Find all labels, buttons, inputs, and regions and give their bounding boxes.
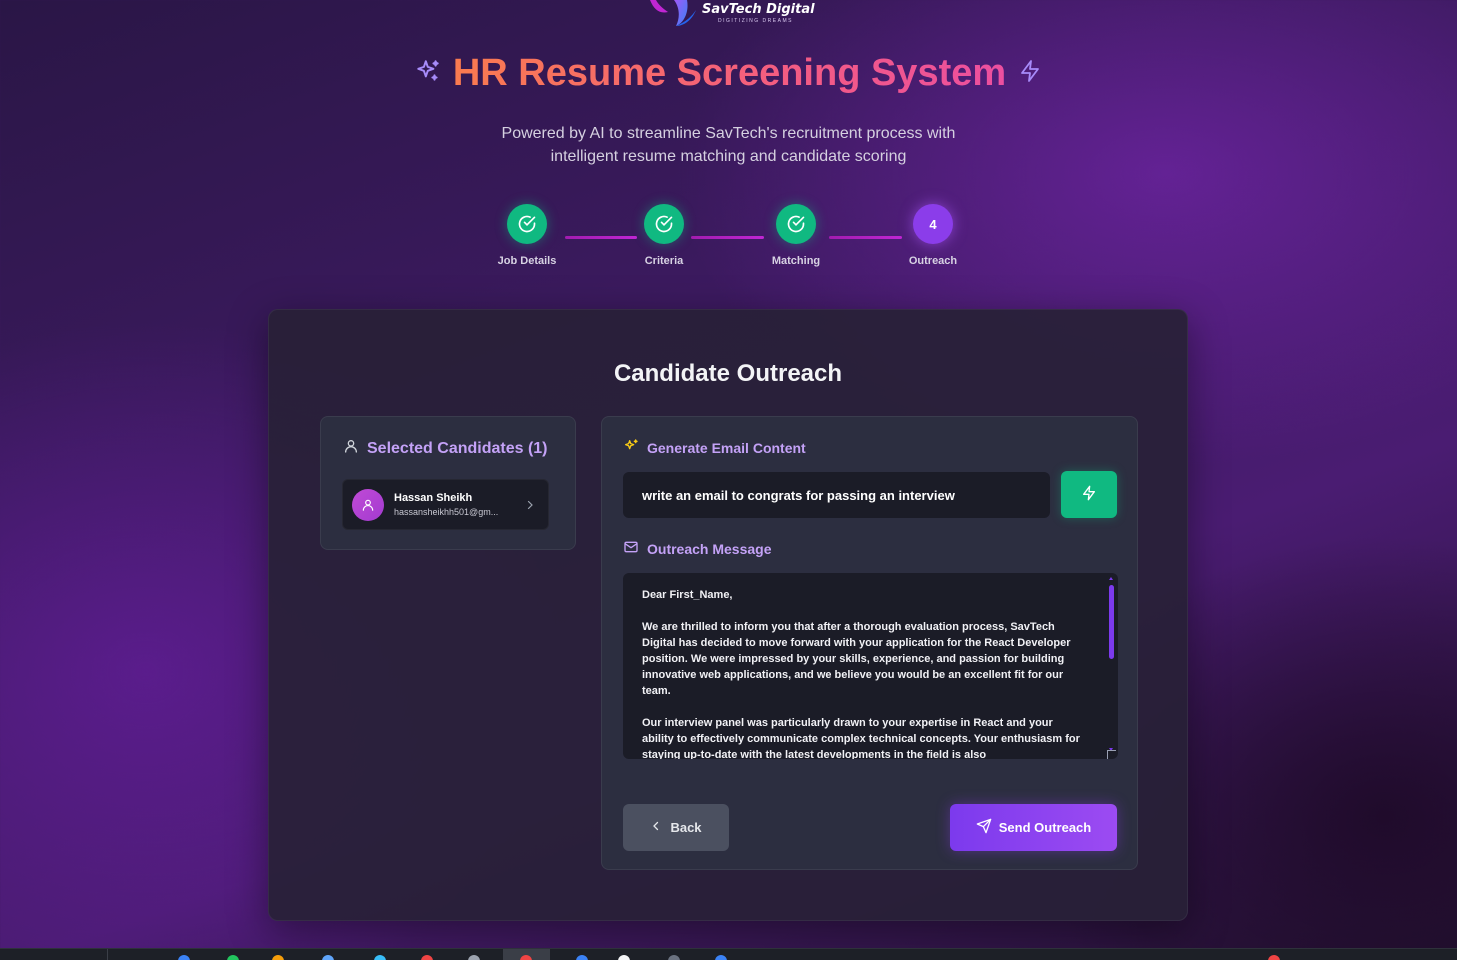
outreach-message-textarea[interactable]: Dear First_Name, We are thrilled to info… (623, 573, 1118, 759)
sparkles-icon (623, 438, 639, 457)
chevron-right-icon (524, 498, 536, 516)
candidate-email: hassansheikhh501@gm... (394, 507, 499, 517)
zap-icon (1018, 59, 1042, 88)
email-prompt-input[interactable] (623, 472, 1050, 518)
step-number: 4 (913, 204, 953, 244)
check-circle-icon (507, 204, 547, 244)
taskbar-app-icon[interactable] (272, 955, 284, 960)
message-paragraph: We are thrilled to inform you that after… (642, 621, 1071, 697)
check-circle-icon (776, 204, 816, 244)
selected-candidates-title: Selected Candidates (1) (367, 439, 548, 457)
send-outreach-label: Send Outreach (998, 820, 1092, 835)
taskbar-app-icon[interactable] (227, 955, 239, 960)
mail-icon (623, 539, 639, 558)
brand-tagline: DIGITIZING DREAMS (718, 18, 793, 24)
taskbar-app-icon[interactable] (715, 955, 727, 960)
brand-name: SavTech Digital (702, 2, 815, 17)
step-label: Outreach (908, 255, 958, 267)
logo-mark-icon (646, 0, 698, 28)
generate-email-title: Generate Email Content (647, 439, 806, 456)
email-panel: Generate Email Content Outreach Message … (601, 416, 1138, 870)
outreach-card: Candidate Outreach Selected Candidates (… (268, 309, 1188, 921)
message-scrollbar[interactable] (1109, 577, 1114, 751)
card-title: Candidate Outreach (613, 360, 843, 387)
step-label: Criteria (644, 255, 684, 267)
step-label: Job Details (497, 255, 557, 267)
selected-candidates-panel: Selected Candidates (1) Hassan Sheikh ha… (320, 416, 576, 550)
scroll-thumb[interactable] (1109, 585, 1114, 659)
candidate-item[interactable]: Hassan Sheikh hassansheikhh501@gm... (342, 479, 549, 530)
step-label: Matching (771, 255, 821, 267)
scroll-up-arrow[interactable] (1109, 577, 1113, 580)
taskbar-app-icon[interactable] (178, 955, 190, 960)
send-icon (976, 818, 992, 837)
outreach-message-body: Dear First_Name, We are thrilled to info… (642, 587, 1087, 759)
resize-handle-icon[interactable] (1107, 750, 1116, 759)
subtitle-line-1: Powered by AI to streamline SavTech's re… (501, 125, 956, 142)
zap-icon (1081, 485, 1097, 504)
progress-stepper: Job Details Criteria Matching 4 Outreach (0, 204, 1457, 274)
message-paragraph: Dear First_Name, (642, 589, 733, 601)
selected-candidates-heading: Selected Candidates (1) (343, 438, 548, 459)
taskbar-app-icon[interactable] (520, 955, 532, 960)
taskbar-app-icon[interactable] (1268, 955, 1280, 960)
chevron-left-icon (650, 820, 662, 835)
page-subtitle: Powered by AI to streamline SavTech's re… (0, 122, 1457, 168)
message-paragraph: Our interview panel was particularly dra… (642, 717, 1080, 759)
taskbar-app-icon[interactable] (618, 955, 630, 960)
page-title: HR Resume Screening System (452, 52, 1007, 94)
outreach-message-title: Outreach Message (647, 540, 772, 557)
subtitle-line-2: intelligent resume matching and candidat… (550, 148, 907, 165)
taskbar-app-icon[interactable] (322, 955, 334, 960)
avatar (352, 488, 384, 521)
user-icon (343, 438, 359, 459)
step-matching: Matching (736, 204, 856, 267)
taskbar-widgets[interactable] (0, 949, 108, 960)
taskbar-app-icon[interactable] (421, 955, 433, 960)
taskbar-app-icon[interactable] (374, 955, 386, 960)
os-taskbar (0, 948, 1457, 960)
back-button[interactable]: Back (623, 804, 729, 851)
page-header: HR Resume Screening System (0, 52, 1457, 95)
taskbar-app-icon[interactable] (668, 955, 680, 960)
generate-button[interactable] (1061, 471, 1117, 518)
outreach-message-heading: Outreach Message (623, 539, 772, 558)
generate-email-heading: Generate Email Content (623, 438, 806, 457)
step-criteria: Criteria (604, 204, 724, 267)
step-outreach: 4 Outreach (873, 204, 993, 267)
candidate-name: Hassan Sheikh (394, 492, 473, 504)
taskbar-app-icon[interactable] (576, 955, 588, 960)
brand-logo: SavTech Digital DIGITIZING DREAMS (646, 0, 816, 28)
sparkles-icon (415, 58, 441, 89)
send-outreach-button[interactable]: Send Outreach (950, 804, 1117, 851)
back-label: Back (670, 820, 702, 835)
taskbar-app-icon[interactable] (468, 955, 480, 960)
check-circle-icon (644, 204, 684, 244)
step-job-details: Job Details (467, 204, 587, 267)
